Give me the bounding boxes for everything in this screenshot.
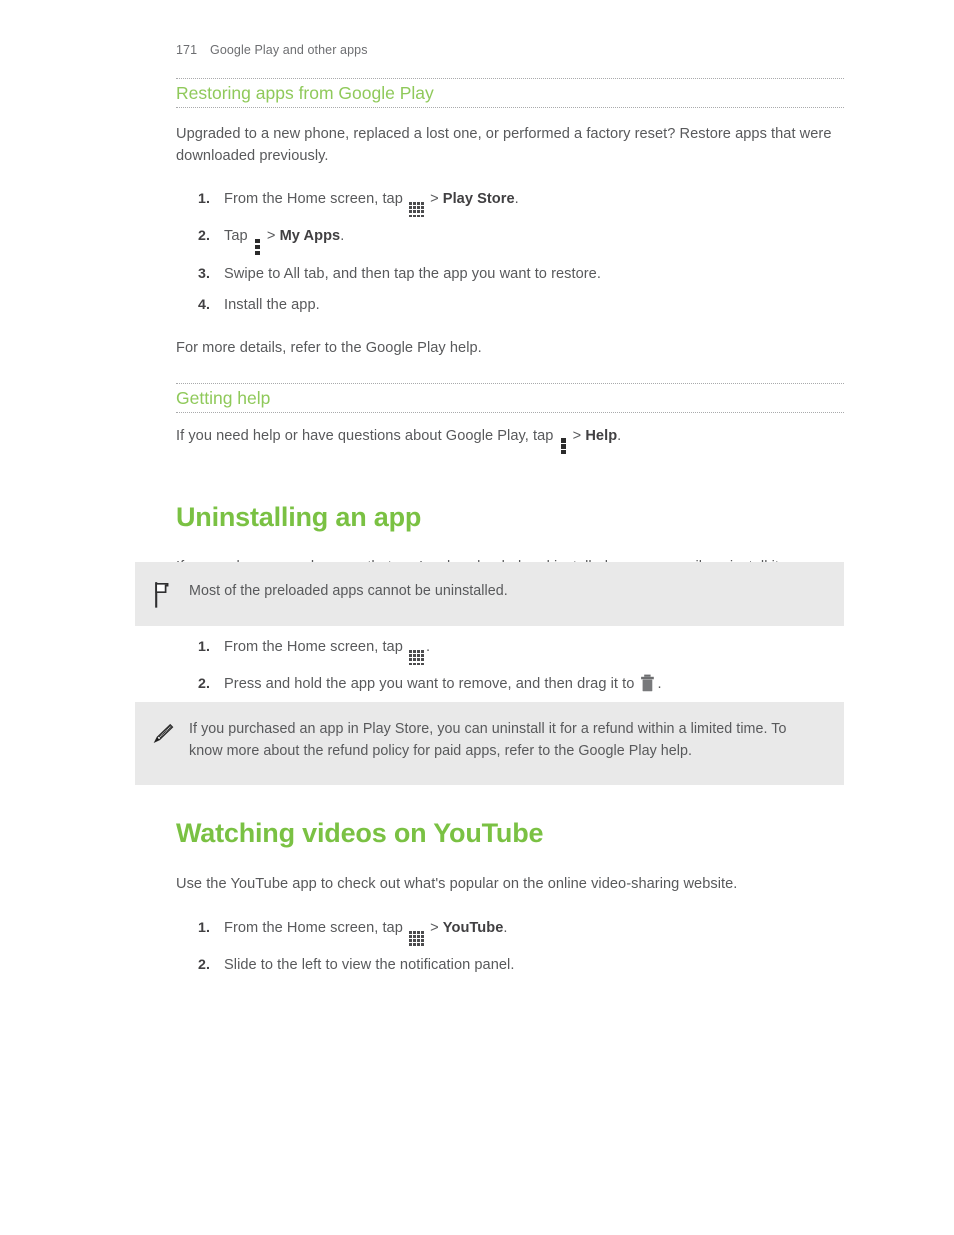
list-item: Slide to the left to view the notificati… bbox=[176, 955, 844, 977]
help-separator: > bbox=[568, 427, 586, 444]
step-text-suffix: . bbox=[503, 919, 508, 936]
step-text: Slide to the left to view the notificati… bbox=[224, 956, 515, 973]
step-text-suffix: . bbox=[514, 191, 519, 207]
pencil-icon bbox=[135, 718, 189, 750]
page-number: 171 bbox=[176, 43, 198, 57]
apps-grid-icon bbox=[408, 202, 424, 218]
page-content: Restoring apps from Google Play Upgraded… bbox=[176, 78, 844, 579]
heading-getting-help: Getting help bbox=[176, 387, 271, 408]
step-text-prefix: Tap bbox=[224, 228, 252, 245]
document-page: 171 Google Play and other apps Restoring… bbox=[0, 0, 954, 1235]
steps-uninstalling: From the Home screen, tap . Press and ho… bbox=[176, 637, 844, 696]
note-text: Most of the preloaded apps cannot be uni… bbox=[189, 583, 508, 599]
step-text-prefix: From the Home screen, tap bbox=[224, 919, 407, 936]
heading-restoring-apps: Restoring apps from Google Play bbox=[176, 83, 434, 103]
page-header: 171 Google Play and other apps bbox=[176, 43, 368, 57]
list-item: Tap > My Apps. bbox=[176, 226, 844, 256]
list-item: Install the app. bbox=[176, 295, 844, 317]
step-text-suffix: . bbox=[340, 228, 345, 245]
step-text-prefix: From the Home screen, tap bbox=[224, 639, 407, 655]
paragraph-youtube-intro: Use the YouTube app to check out what's … bbox=[176, 876, 738, 893]
list-item: Press and hold the app you want to remov… bbox=[176, 674, 844, 696]
heading-uninstalling-an-app: Uninstalling an app bbox=[176, 502, 422, 533]
overflow-menu-icon bbox=[254, 239, 260, 256]
help-text-suffix: . bbox=[617, 427, 622, 444]
step-separator: > bbox=[262, 228, 280, 245]
list-item: Swipe to All tab, and then tap the app y… bbox=[176, 264, 844, 286]
apps-grid-icon bbox=[408, 650, 424, 666]
paragraph-getting-help: If you need help or have questions about… bbox=[176, 426, 844, 455]
help-target-label: Help bbox=[585, 427, 618, 444]
flag-icon bbox=[135, 580, 189, 608]
apps-grid-icon bbox=[408, 930, 424, 946]
heading-watching-videos-youtube: Watching videos on YouTube bbox=[176, 818, 544, 848]
chapter-title: Google Play and other apps bbox=[210, 43, 368, 57]
section-youtube: Watching videos on YouTube Use the YouTu… bbox=[176, 818, 844, 976]
step-text-suffix: . bbox=[425, 639, 431, 655]
step-text: Install the app. bbox=[224, 296, 320, 313]
list-item: From the Home screen, tap . bbox=[176, 637, 844, 666]
overflow-menu-icon bbox=[560, 438, 566, 455]
step-text-prefix: Press and hold the app you want to remov… bbox=[224, 676, 639, 693]
list-item: From the Home screen, tap > Play Store. bbox=[176, 189, 844, 218]
trash-icon bbox=[640, 674, 655, 692]
help-text-prefix: If you need help or have questions about… bbox=[176, 427, 558, 444]
tip-text: If you purchased an app in Play Store, y… bbox=[189, 721, 787, 759]
step-text-prefix: From the Home screen, tap bbox=[224, 191, 407, 207]
step-target-label: YouTube bbox=[442, 919, 504, 936]
step-text-suffix: . bbox=[657, 676, 662, 693]
section-heading-restoring-apps: Restoring apps from Google Play bbox=[176, 78, 844, 108]
paragraph-restoring-outro: For more details, refer to the Google Pl… bbox=[176, 340, 482, 357]
steps-restoring-apps: From the Home screen, tap > Play Store. … bbox=[176, 189, 844, 316]
step-separator: > bbox=[425, 919, 443, 936]
steps-wrapper-uninstalling: From the Home screen, tap . Press and ho… bbox=[176, 637, 844, 696]
section-heading-getting-help: Getting help bbox=[176, 382, 844, 413]
tip-callout-refund-policy: If you purchased an app in Play Store, y… bbox=[135, 702, 844, 785]
step-target-label: Play Store bbox=[442, 191, 515, 207]
list-item: From the Home screen, tap > YouTube. bbox=[176, 918, 844, 946]
step-text: Swipe to All tab, and then tap the app y… bbox=[224, 266, 601, 283]
step-target-label: My Apps bbox=[279, 228, 341, 245]
steps-youtube: From the Home screen, tap > YouTube. Sli… bbox=[176, 918, 844, 977]
paragraph-restoring-intro: Upgraded to a new phone, replaced a lost… bbox=[176, 126, 832, 164]
step-separator: > bbox=[425, 191, 443, 207]
note-callout-preloaded-apps: Most of the preloaded apps cannot be uni… bbox=[135, 562, 844, 626]
